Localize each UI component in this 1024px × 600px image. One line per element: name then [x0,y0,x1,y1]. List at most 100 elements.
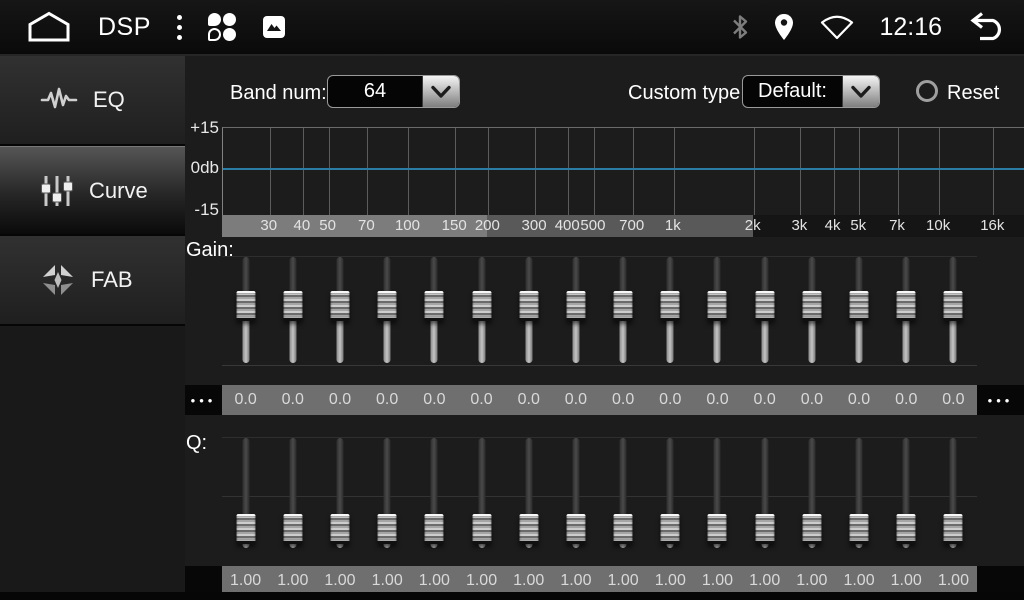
gain-slider-thumb[interactable] [708,291,727,321]
q-slider-thumb[interactable] [802,514,821,544]
q-slider-thumb[interactable] [944,514,963,544]
band-num-label: Band num: [230,77,327,110]
gain-slider[interactable] [788,257,835,365]
sidebar-item-fab[interactable]: FAB [0,236,185,326]
q-slider-thumb[interactable] [708,514,727,544]
gain-slider[interactable] [552,257,599,365]
q-slider[interactable] [269,438,316,550]
freq-tick-label: 30 [260,215,277,237]
home-icon[interactable] [26,11,72,43]
gain-slider[interactable] [600,257,647,365]
q-slider[interactable] [835,438,882,550]
gain-slider[interactable] [505,257,552,365]
gain-slider[interactable] [647,257,694,365]
q-slider[interactable] [694,438,741,550]
gain-slider-thumb[interactable] [519,291,538,321]
gain-slider[interactable] [222,257,269,365]
q-slider[interactable] [647,438,694,550]
q-slider[interactable] [364,438,411,550]
gridline [303,128,304,215]
gain-more-right-button[interactable]: ••• [977,385,1024,415]
gain-slider-thumb[interactable] [330,291,349,321]
gain-slider[interactable] [694,257,741,365]
gain-slider[interactable] [741,257,788,365]
q-slider-thumb[interactable] [614,514,633,544]
gain-slider[interactable] [458,257,505,365]
gain-slider-thumb[interactable] [897,291,916,321]
slider-track [431,438,438,524]
q-slider[interactable] [883,438,930,550]
gain-slider-thumb[interactable] [378,291,397,321]
q-slider[interactable] [316,438,363,550]
gain-slider[interactable] [364,257,411,365]
gain-slider-thumb[interactable] [472,291,491,321]
slider-track [336,315,343,363]
q-slider-thumb[interactable] [283,514,302,544]
gain-slider-thumb[interactable] [236,291,255,321]
q-slider[interactable] [411,438,458,550]
custom-type-dropdown[interactable]: Default: [742,75,880,108]
freq-tick-label: 700 [619,215,644,237]
chevron-down-icon[interactable] [842,76,879,107]
bluetooth-icon [731,13,749,41]
gain-value: 0.0 [600,385,647,415]
q-slider-thumb[interactable] [897,514,916,544]
gain-slider-thumb[interactable] [566,291,585,321]
gain-slider-thumb[interactable] [283,291,302,321]
back-arrow-icon[interactable] [966,12,1008,42]
gain-slider-thumb[interactable] [755,291,774,321]
q-slider[interactable] [458,438,505,550]
gain-slider-thumb[interactable] [425,291,444,321]
gain-slider[interactable] [883,257,930,365]
freq-tick-label: 50 [319,215,336,237]
gain-slider-thumb[interactable] [802,291,821,321]
gain-slider-thumb[interactable] [661,291,680,321]
kebab-menu-icon[interactable] [177,15,182,40]
custom-type-value: Default: [743,76,842,107]
sidebar-item-curve[interactable]: Curve [0,146,185,236]
gridline [408,128,409,215]
db-label-zero: 0db [185,158,219,178]
q-slider[interactable] [788,438,835,550]
q-slider-thumb[interactable] [378,514,397,544]
q-slider[interactable] [600,438,647,550]
slider-track [242,315,249,363]
sidebar-item-label: Curve [89,178,148,204]
q-slider[interactable] [741,438,788,550]
q-slider-thumb[interactable] [566,514,585,544]
gain-slider-thumb[interactable] [850,291,869,321]
slider-track [336,438,343,524]
q-slider[interactable] [505,438,552,550]
gain-slider[interactable] [411,257,458,365]
q-slider-thumb[interactable] [236,514,255,544]
gain-slider[interactable] [930,257,977,365]
chevron-down-icon[interactable] [422,76,459,107]
freq-tick-label: 40 [294,215,311,237]
frequency-axis: 304050701001502003004005007001k2k3k4k5k7… [222,215,1024,237]
slider-track [714,315,721,363]
q-slider-thumb[interactable] [519,514,538,544]
freq-tick-label: 100 [395,215,420,237]
gain-value: 0.0 [364,385,411,415]
band-num-dropdown[interactable]: 64 [327,75,460,108]
apps-clover-icon[interactable] [208,13,236,41]
gain-slider[interactable] [835,257,882,365]
gain-slider-thumb[interactable] [614,291,633,321]
gain-slider[interactable] [316,257,363,365]
q-slider-thumb[interactable] [661,514,680,544]
q-slider-thumb[interactable] [755,514,774,544]
q-slider[interactable] [222,438,269,550]
gain-more-left-button[interactable]: ••• [185,385,222,415]
q-slider[interactable] [552,438,599,550]
gain-slider-thumb[interactable] [944,291,963,321]
gain-slider[interactable] [269,257,316,365]
q-slider-thumb[interactable] [472,514,491,544]
reset-radio[interactable] [916,80,938,102]
q-slider-thumb[interactable] [330,514,349,544]
q-slider-thumb[interactable] [850,514,869,544]
q-slider-thumb[interactable] [425,514,444,544]
sidebar-item-eq[interactable]: EQ [0,56,185,146]
db-label-plus15: +15 [185,118,219,138]
q-slider[interactable] [930,438,977,550]
gallery-icon[interactable] [262,15,286,39]
